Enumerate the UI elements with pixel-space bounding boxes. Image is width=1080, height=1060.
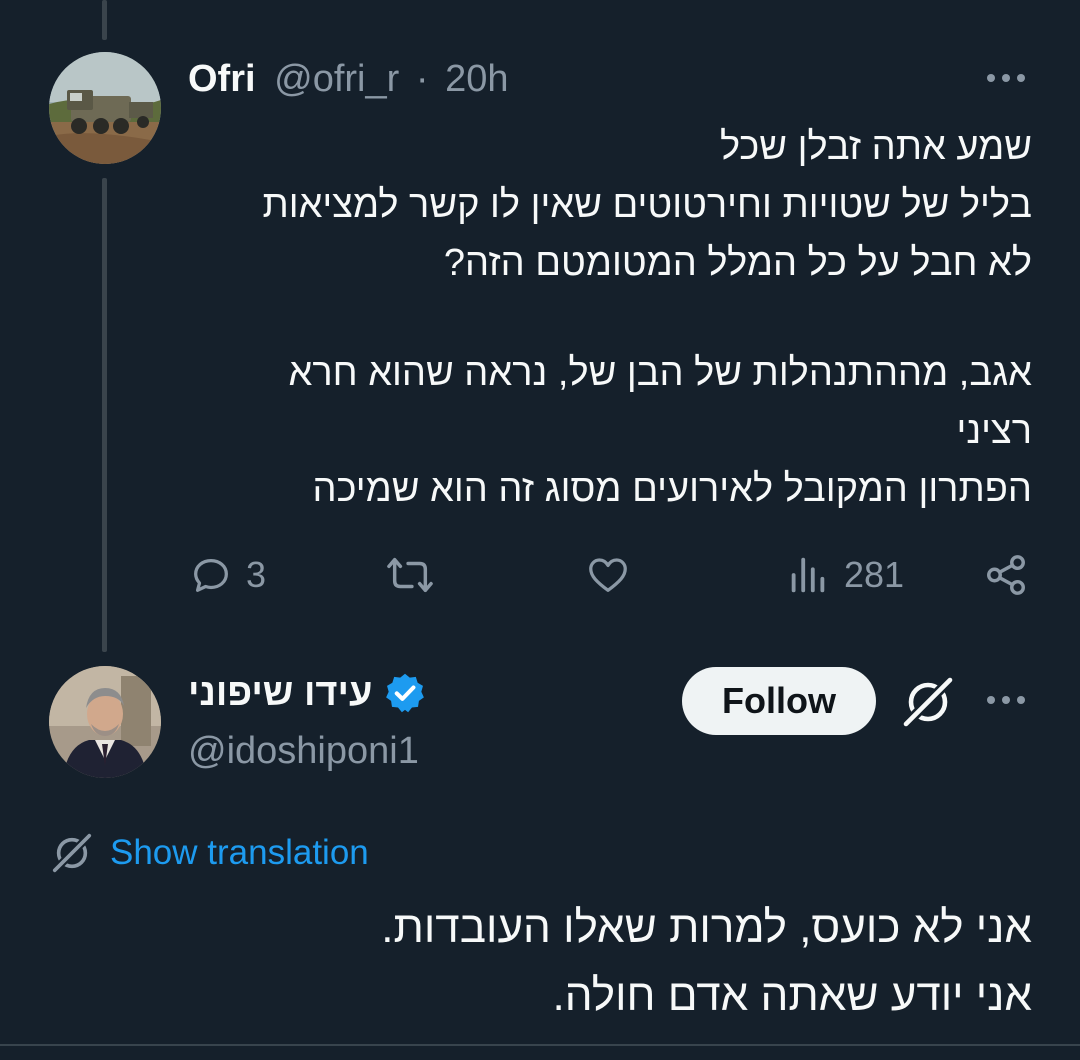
- retweet-icon: [387, 557, 433, 593]
- more-horizontal-icon: [987, 696, 1025, 704]
- verified-badge-icon: [385, 673, 424, 713]
- author-handle[interactable]: @ofri_r: [274, 58, 399, 100]
- reply-button[interactable]: 3: [188, 552, 266, 598]
- like-button[interactable]: [584, 552, 632, 598]
- thread-line-connector: [102, 178, 107, 652]
- separator-dot: ·: [415, 58, 429, 100]
- avatar[interactable]: [49, 666, 161, 778]
- follow-button[interactable]: Follow: [682, 667, 876, 735]
- reply-bubble-icon: [194, 558, 228, 592]
- author-handle[interactable]: @idoshiponi1: [188, 728, 419, 774]
- share-icon: [987, 555, 1025, 595]
- tweet-text-paragraph-2: אגב, מההתנהלות של הבן של, נראה שהוא חרא …: [288, 352, 1032, 510]
- more-horizontal-icon: [987, 74, 1025, 82]
- views-button[interactable]: 281: [788, 552, 904, 598]
- thread-line-top: [102, 0, 107, 40]
- avatar[interactable]: [49, 52, 161, 164]
- heart-icon: [589, 558, 627, 592]
- views-bar-chart-icon: [791, 557, 825, 593]
- tweet-header: Ofri @ofri_r · 20h: [188, 56, 508, 102]
- share-button[interactable]: [983, 552, 1029, 598]
- author-name[interactable]: עידו שיפוני: [188, 670, 373, 716]
- divider: [0, 1044, 1080, 1046]
- grok-icon: [902, 676, 954, 728]
- author-name[interactable]: Ofri: [188, 58, 256, 100]
- retweet-button[interactable]: [385, 552, 435, 598]
- reply-count: 3: [246, 554, 267, 595]
- grok-icon: [51, 832, 93, 874]
- military-truck-avatar-icon: [49, 52, 161, 164]
- more-options-button[interactable]: [985, 68, 1029, 88]
- tweet-text-paragraph-1: שמע אתה זבלן שכל בליל של שטויות וחירטוטי…: [262, 126, 1032, 284]
- views-count: 281: [844, 554, 905, 595]
- show-translation-label[interactable]: Show translation: [110, 830, 369, 876]
- show-translation-link[interactable]: Show translation: [50, 830, 369, 876]
- tweet-header: עידו שיפוני: [188, 670, 427, 716]
- tweet-time[interactable]: 20h: [445, 58, 508, 100]
- tweet-text: אני לא כועס, למרות שאלו העובדות. אני יוד…: [381, 903, 1032, 1020]
- more-options-button[interactable]: [985, 690, 1029, 710]
- grok-explain-button[interactable]: [900, 676, 956, 728]
- person-avatar-icon: [49, 666, 161, 778]
